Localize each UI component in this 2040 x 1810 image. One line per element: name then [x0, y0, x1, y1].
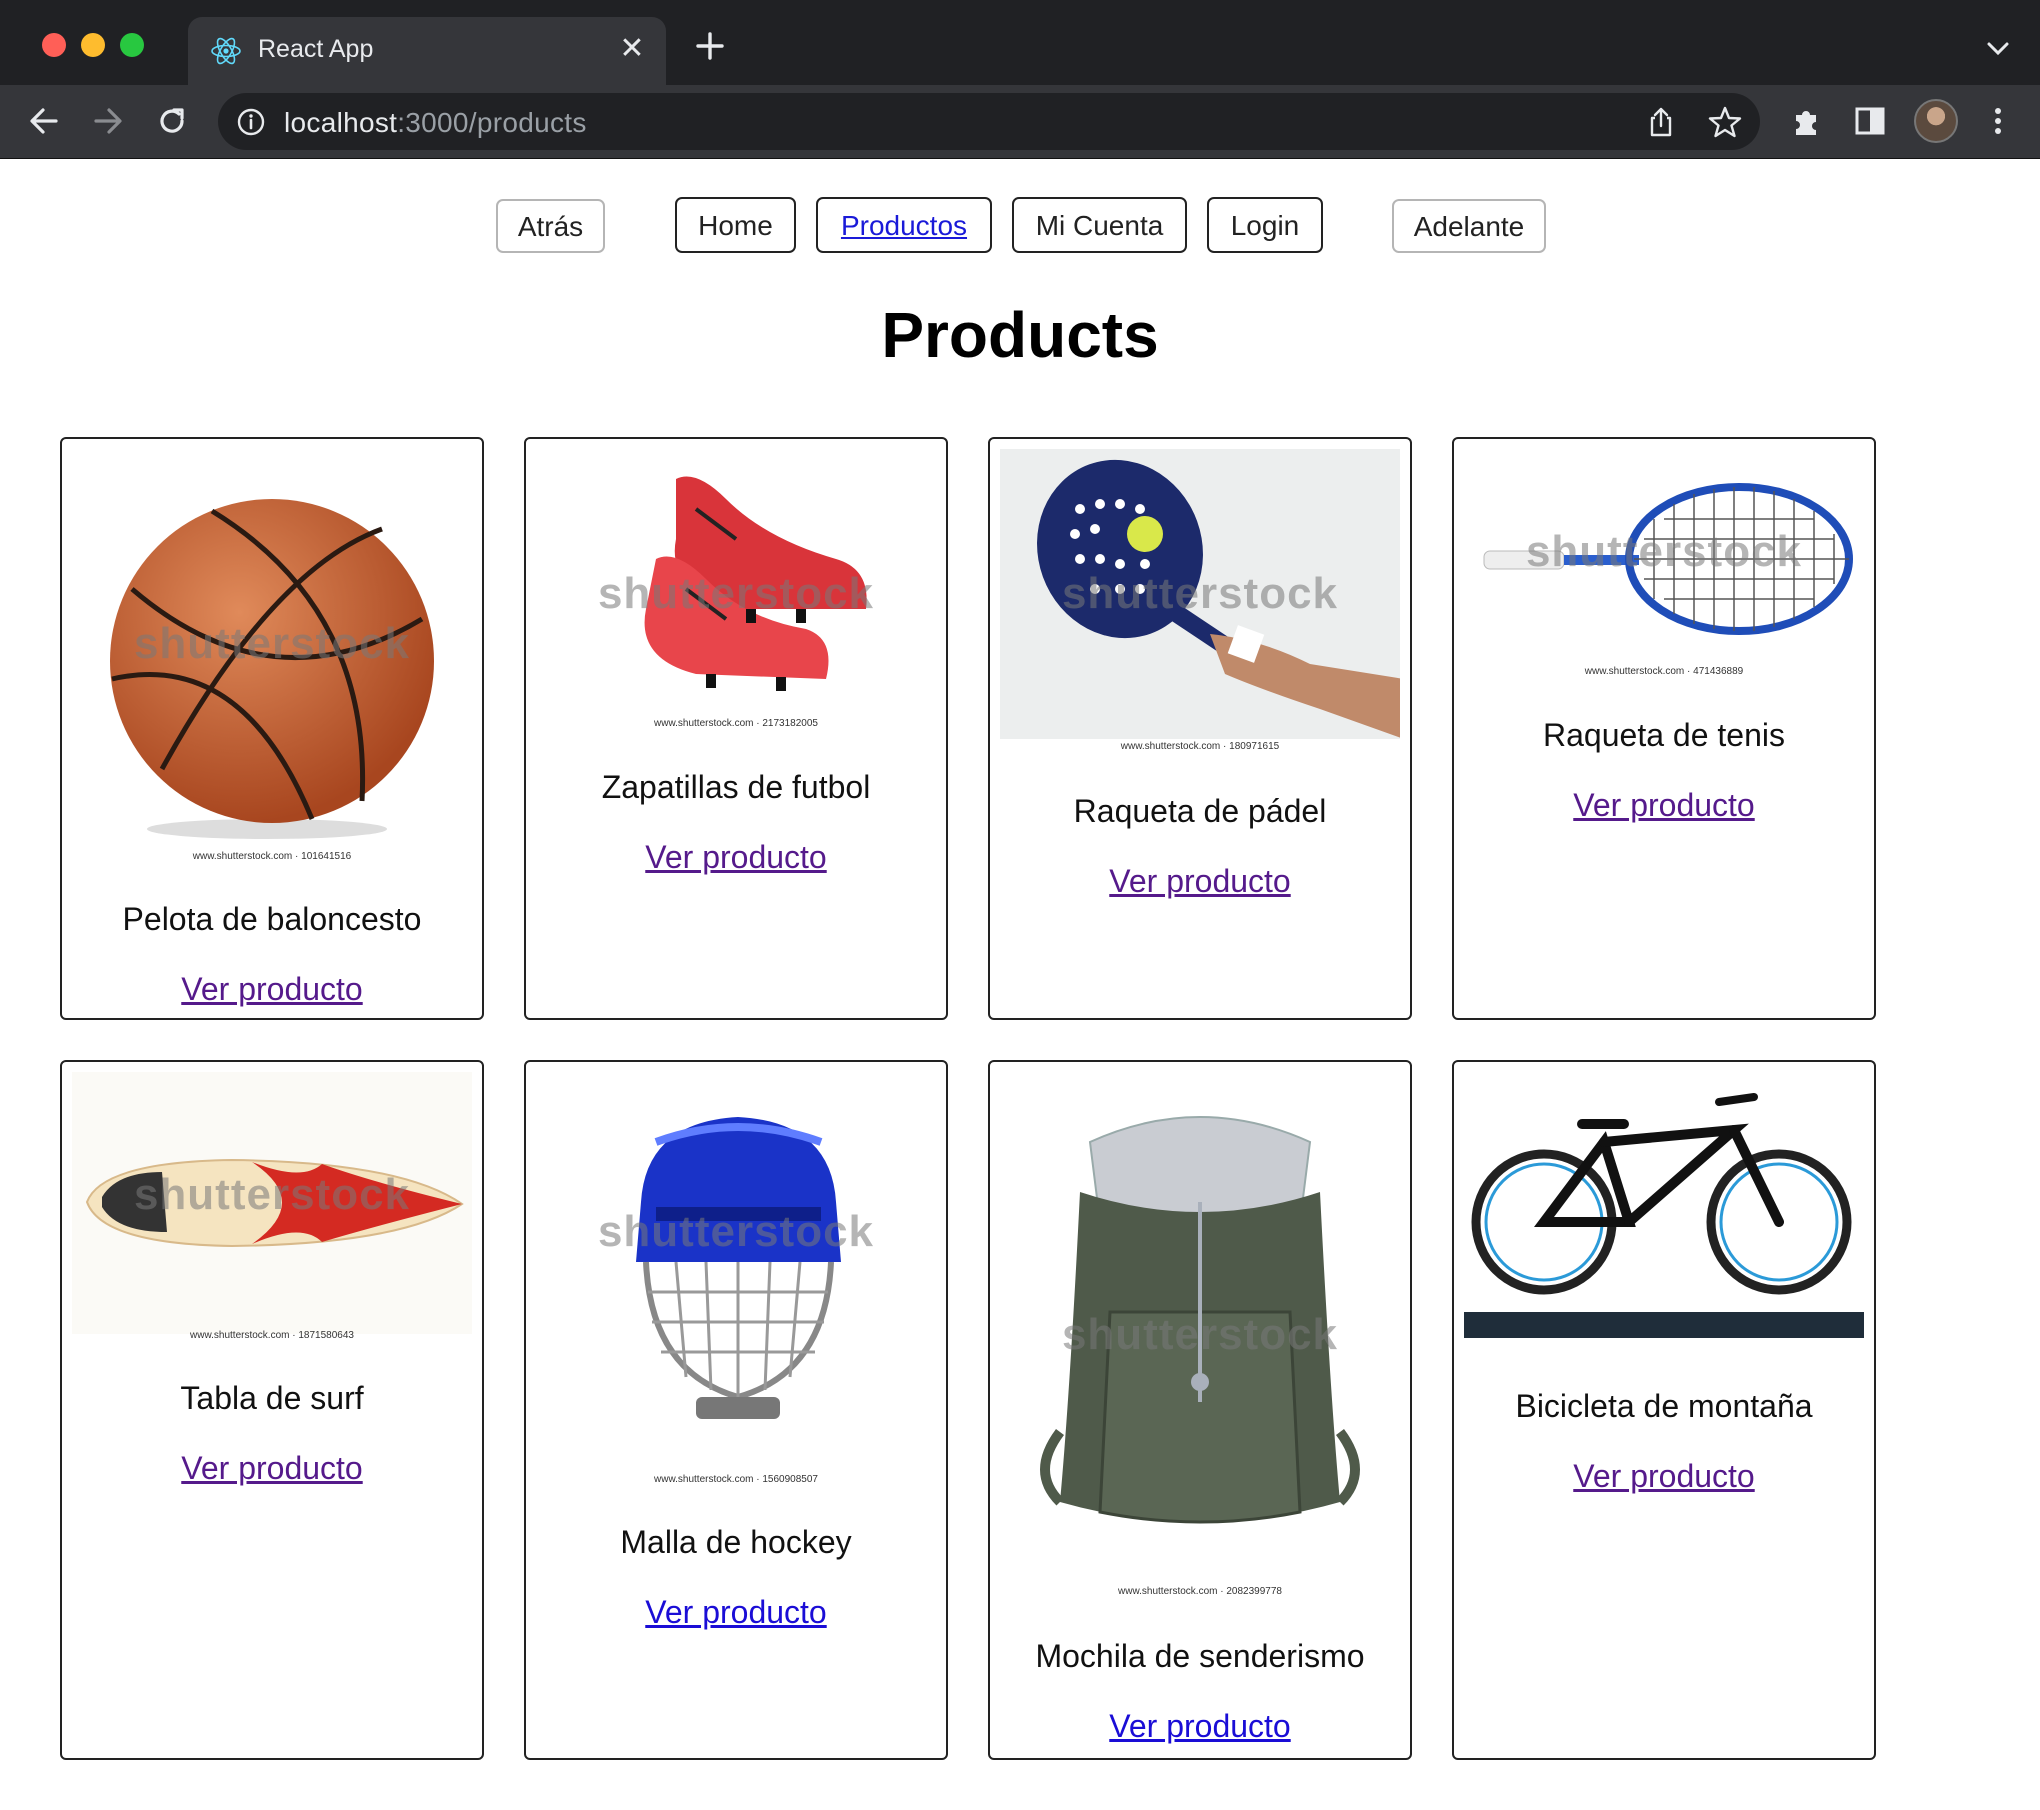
view-product-link[interactable]: Ver producto	[1454, 1458, 1874, 1495]
product-card: shutterstock www.shutterstock.com · 4714…	[1452, 437, 1876, 1020]
product-card: shutterstock www.shutterstock.com · 2173…	[524, 437, 948, 1020]
url-host: localhost	[284, 107, 398, 138]
view-product-link[interactable]: Ver producto	[990, 863, 1410, 900]
nav-account-button[interactable]: Mi Cuenta	[1012, 197, 1187, 253]
view-product-link[interactable]: Ver producto	[62, 1450, 482, 1487]
image-credit: www.shutterstock.com · 180971615	[1120, 741, 1280, 752]
image-credit: www.shutterstock.com · 471436889	[1584, 666, 1744, 677]
chevron-down-icon[interactable]	[1982, 32, 2014, 64]
nav-products-button[interactable]: Productos	[816, 197, 992, 253]
view-product-link[interactable]: Ver producto	[526, 1594, 946, 1631]
watermark-text: shutterstock	[1061, 1310, 1339, 1359]
new-tab-icon[interactable]	[690, 26, 730, 66]
close-tab-icon[interactable]: ✕	[612, 29, 652, 69]
product-name: Pelota de baloncesto	[122, 901, 422, 937]
tab-title: React App	[258, 35, 374, 63]
close-window-button[interactable]	[42, 33, 66, 57]
watermark-text: shutterstock	[597, 569, 875, 618]
bookmark-star-icon[interactable]	[1707, 104, 1743, 140]
extensions-icon[interactable]	[1786, 101, 1826, 141]
view-product-link[interactable]: Ver producto	[990, 1708, 1410, 1745]
forward-button[interactable]: Adelante	[1392, 199, 1546, 253]
product-card: shutterstock www.shutterstock.com · 1560…	[524, 1060, 948, 1760]
browser-toolbar: localhost:3000/products	[0, 85, 2040, 159]
url-text[interactable]: localhost:3000/products	[284, 107, 587, 139]
nav-login-button[interactable]: Login	[1207, 197, 1323, 253]
url-path: :3000/products	[397, 107, 587, 138]
watermark-text: shutterstock	[597, 1207, 875, 1256]
page-title: Products	[881, 299, 1159, 371]
profile-avatar[interactable]	[1914, 99, 1958, 143]
view-product-link[interactable]: Ver producto	[62, 971, 482, 1008]
product-name: Mochila de senderismo	[1035, 1638, 1365, 1674]
browser-tab[interactable]: React App ✕	[188, 17, 666, 85]
minimize-window-button[interactable]	[81, 33, 105, 57]
product-name: Raqueta de tenis	[1543, 717, 1785, 753]
reload-icon[interactable]	[152, 101, 192, 141]
product-image-football-boots: shutterstock	[536, 449, 936, 719]
image-credit: www.shutterstock.com · 101641516	[192, 851, 352, 862]
product-name: Bicicleta de montaña	[1515, 1388, 1813, 1424]
watermark-text: shutterstock	[133, 1170, 411, 1219]
view-product-link[interactable]: Ver producto	[526, 839, 946, 876]
product-name: Tabla de surf	[180, 1380, 364, 1416]
image-credit: www.shutterstock.com · 1871580643	[190, 1330, 354, 1341]
product-card: shutterstock www.shutterstock.com · 1016…	[60, 437, 484, 1020]
address-bar[interactable]: localhost:3000/products	[218, 93, 1760, 150]
react-logo-icon	[211, 37, 241, 65]
back-arrow-icon[interactable]	[24, 101, 64, 141]
product-card: shutterstock www.shutterstock.com · 1871…	[60, 1060, 484, 1760]
watermark-text: shutterstock	[1061, 569, 1339, 618]
product-card: shutterstock www.shutterstock.com · 2082…	[988, 1060, 1412, 1760]
image-credit: www.shutterstock.com · 2173182005	[654, 718, 818, 729]
product-image-mountain-bike: shutterstock	[1464, 1072, 1864, 1344]
share-icon[interactable]	[1644, 105, 1678, 139]
product-image-surfboard: shutterstock	[72, 1072, 472, 1334]
maximize-window-button[interactable]	[120, 33, 144, 57]
product-image-hockey-helmet: shutterstock	[536, 1072, 936, 1472]
product-image-backpack: shutterstock	[1000, 1072, 1400, 1584]
product-card: shutterstock Bicicleta de montaña Ver pr…	[1452, 1060, 1876, 1760]
product-name: Malla de hockey	[620, 1524, 852, 1560]
watermark-text: shutterstock	[1525, 527, 1803, 576]
site-navigation: Atrás Home Productos Mi Cuenta Login Ade…	[0, 197, 2040, 255]
browser-tab-bar: React App ✕	[0, 0, 2040, 85]
image-credit: www.shutterstock.com · 2082399778	[1118, 1586, 1282, 1597]
forward-arrow-icon[interactable]	[88, 101, 128, 141]
site-info-icon[interactable]	[236, 107, 266, 137]
image-credit: www.shutterstock.com · 1560908507	[654, 1474, 818, 1485]
view-product-link[interactable]: Ver producto	[1454, 787, 1874, 824]
product-image-padel-racket: shutterstock	[1000, 449, 1400, 739]
product-name: Zapatillas de futbol	[601, 769, 871, 805]
product-name: Raqueta de pádel	[1073, 793, 1327, 829]
side-panel-icon[interactable]	[1850, 101, 1890, 141]
back-button[interactable]: Atrás	[496, 199, 605, 253]
product-image-basketball: shutterstock	[72, 449, 472, 841]
product-image-tennis-racket: shutterstock	[1464, 449, 1864, 669]
more-menu-icon[interactable]	[1978, 101, 2018, 141]
product-card: shutterstock www.shutterstock.com · 1809…	[988, 437, 1412, 1020]
watermark-text: shutterstock	[133, 619, 411, 668]
nav-home-button[interactable]: Home	[675, 197, 796, 253]
